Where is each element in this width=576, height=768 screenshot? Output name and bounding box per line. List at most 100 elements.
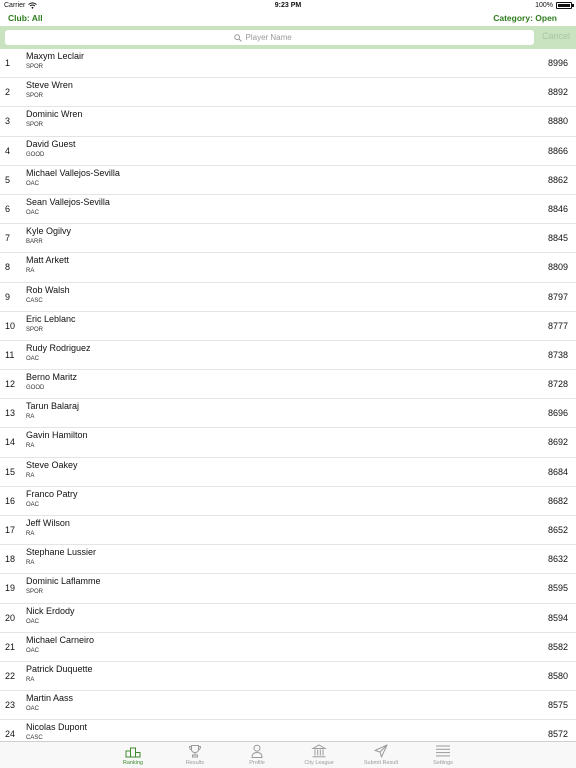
search-field[interactable] <box>5 30 534 45</box>
player-score: 8594 <box>547 612 568 623</box>
player-row[interactable]: 5 Michael Vallejos-Sevilla OAC 8862 <box>0 166 576 195</box>
tab-label: Results <box>185 760 205 766</box>
player-row[interactable]: 21 Michael Carneiro OAC 8582 <box>0 633 576 662</box>
player-name: Tarun Balaraj <box>26 401 80 412</box>
player-club: SPOR <box>26 64 44 70</box>
player-name: Matt Arkett <box>26 255 70 266</box>
player-row[interactable]: 15 Steve Oakey RA 8684 <box>0 458 576 487</box>
player-rank: 9 <box>5 291 11 302</box>
player-row[interactable]: 19 Dominic Laflamme SPOR 8595 <box>0 574 576 604</box>
filter-bar: Club: All Category: Open <box>0 12 576 26</box>
club-filter-button[interactable]: Club: All <box>8 13 43 23</box>
player-club: BARR <box>26 239 43 246</box>
tab-submit-result[interactable]: Submit Result <box>350 742 412 768</box>
player-row[interactable]: 20 Nick Erdody OAC 8594 <box>0 604 576 633</box>
player-name: Steve Oakey <box>26 459 78 470</box>
player-name: Kyle Ogilvy <box>26 226 72 237</box>
player-score: 8880 <box>547 116 568 127</box>
player-row[interactable]: 8 Matt Arkett RA 8809 <box>0 253 576 283</box>
player-name: Nick Erdody <box>26 605 75 616</box>
tab-profile[interactable]: Profile <box>226 742 288 768</box>
player-score: 8684 <box>547 466 568 477</box>
status-time: 9:23 PM <box>274 2 302 9</box>
battery-percent: 100% <box>535 2 553 9</box>
player-name: Eric Leblanc <box>26 313 76 324</box>
player-name: Steve Wren <box>26 80 73 91</box>
player-club: RA <box>26 531 35 537</box>
player-club: RA <box>26 560 35 567</box>
search-input[interactable] <box>245 33 306 42</box>
player-score: 8738 <box>547 349 568 360</box>
battery-icon <box>556 2 574 9</box>
player-row[interactable]: 10 Eric Leblanc SPOR 8777 <box>0 312 576 341</box>
player-row[interactable]: 16 Franco Patry OAC 8682 <box>0 487 576 516</box>
player-name: Berno Maritz <box>26 372 78 383</box>
tab-city-league[interactable]: City League <box>288 742 350 768</box>
player-row[interactable]: 2 Steve Wren SPOR 8892 <box>0 78 576 108</box>
player-score: 8632 <box>547 554 568 565</box>
tab-settings[interactable]: Settings <box>412 742 474 768</box>
player-score: 8580 <box>547 670 568 681</box>
player-score: 8652 <box>547 525 568 535</box>
player-score: 8575 <box>547 700 568 711</box>
player-row[interactable]: 7 Kyle Ogilvy BARR 8845 <box>0 224 576 254</box>
player-row[interactable]: 23 Martin Aass OAC 8575 <box>0 691 576 721</box>
player-row[interactable]: 11 Rudy Rodriguez OAC 8738 <box>0 341 576 371</box>
player-name: Martin Aass <box>26 693 74 704</box>
player-rank: 1 <box>5 58 11 68</box>
player-row[interactable]: 17 Jeff Wilson RA 8652 <box>0 516 576 546</box>
tab-label: Settings <box>433 760 453 766</box>
cancel-button[interactable]: Cancel <box>542 31 570 41</box>
player-name: Rob Walsh <box>26 284 70 295</box>
player-rank: 8 <box>5 262 11 273</box>
player-row[interactable]: 6 Sean Vallejos-Sevilla OAC 8846 <box>0 195 576 225</box>
player-club: RA <box>26 443 35 450</box>
player-club: RA <box>26 268 35 275</box>
player-club: OAC <box>26 209 40 216</box>
player-rank: 3 <box>5 116 11 127</box>
player-row[interactable]: 18 Stephane Lussier RA 8632 <box>0 545 576 575</box>
player-score: 8682 <box>547 495 568 506</box>
player-row[interactable]: 14 Gavin Hamilton RA 8692 <box>0 428 576 458</box>
player-row[interactable]: 22 Patrick Duquette RA 8580 <box>0 662 576 692</box>
player-name: Michael Vallejos-Sevilla <box>26 167 120 178</box>
player-club: SPOR <box>26 122 44 129</box>
player-row[interactable]: 4 David Guest GOOD 8866 <box>0 137 576 166</box>
player-score: 8809 <box>547 262 568 273</box>
player-name: Rudy Rodriguez <box>26 342 91 353</box>
player-rank: 10 <box>5 320 16 331</box>
player-score: 8696 <box>547 408 568 419</box>
player-score: 8892 <box>547 87 568 98</box>
player-club: CASC <box>26 297 43 304</box>
player-score: 8845 <box>547 233 568 244</box>
tab-results[interactable]: Results <box>164 742 226 768</box>
player-name: Nicolas Dupont <box>26 722 88 733</box>
player-rank: 21 <box>5 641 16 652</box>
tab-ranking[interactable]: Ranking <box>102 742 164 768</box>
player-rank: 23 <box>5 700 16 711</box>
player-row[interactable]: 9 Rob Walsh CASC 8797 <box>0 283 576 312</box>
player-rank: 2 <box>5 87 11 98</box>
player-rank: 5 <box>5 174 11 185</box>
player-row[interactable]: 12 Berno Maritz GOOD 8728 <box>0 370 576 400</box>
player-name: Dominic Laflamme <box>26 576 101 587</box>
player-club: OAC <box>26 618 40 625</box>
player-club: GOOD <box>26 151 45 158</box>
player-row[interactable]: 13 Tarun Balaraj RA 8696 <box>0 399 576 429</box>
player-row[interactable]: 1 Maxym Leclair SPOR 8996 <box>0 49 576 79</box>
player-row[interactable]: 3 Dominic Wren SPOR 8880 <box>0 107 576 137</box>
player-name: Gavin Hamilton <box>26 430 88 441</box>
player-club: OAC <box>26 706 40 713</box>
player-rank: 18 <box>5 554 16 565</box>
player-rank: 14 <box>5 437 16 448</box>
category-filter-button[interactable]: Category: Open <box>493 13 557 23</box>
player-rank: 11 <box>5 349 15 360</box>
status-bar: Carrier 9:23 PM 100% <box>0 0 576 12</box>
player-rank: 6 <box>5 203 11 214</box>
player-row[interactable]: 24 Nicolas Dupont CASC 8572 <box>0 720 576 741</box>
player-club: RA <box>26 414 35 421</box>
player-rank: 20 <box>5 612 16 623</box>
tab-label: Profile <box>249 760 265 766</box>
player-rank: 13 <box>5 408 16 419</box>
tab-label: City League <box>304 760 334 766</box>
